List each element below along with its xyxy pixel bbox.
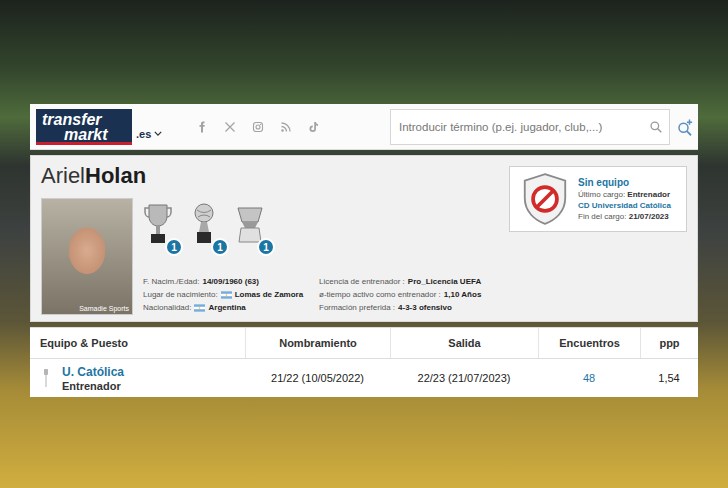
fact-row: ø-tiempo activo como entrenador :1,10 Añ… bbox=[319, 290, 481, 300]
career-table: Equipo & PuestoNombramientoSalidaEncuent… bbox=[30, 327, 698, 397]
coach-name: ArielHolan bbox=[41, 164, 499, 188]
column-header[interactable]: Encuentros bbox=[538, 328, 640, 358]
status-title: Sin equipo bbox=[578, 177, 671, 188]
logo-text-bottom: markt bbox=[42, 127, 126, 142]
team-link[interactable]: U. Católica bbox=[62, 365, 124, 379]
search-field[interactable]: Introducir término (p.ej. jugador, club,… bbox=[390, 109, 670, 145]
club-crest-icon bbox=[42, 369, 50, 387]
trophy-count-badge: 1 bbox=[165, 238, 183, 256]
fact-row: Lugar de nacimiento: Lomas de Zamora bbox=[143, 290, 311, 300]
fact-label: Nacionalidad: bbox=[143, 303, 191, 313]
search-icon[interactable] bbox=[649, 120, 663, 134]
social-links bbox=[196, 121, 320, 133]
trophy-list: 111 bbox=[143, 198, 499, 274]
first-name: Ariel bbox=[41, 163, 85, 188]
fact-label: Licencia de entrenador : bbox=[319, 277, 405, 287]
column-header[interactable]: ppp bbox=[640, 328, 698, 358]
fact-value: Argentina bbox=[208, 303, 245, 313]
profile-panel: ArielHolanSamadie Sports111F. Nacim./Eda… bbox=[30, 155, 698, 322]
fact-value: 4-3-3 ofensivo bbox=[398, 303, 452, 313]
fact-value: 14/09/1960 (63) bbox=[202, 277, 259, 287]
team-info: U. CatólicaEntrenador bbox=[62, 365, 124, 392]
argentina-flag-icon bbox=[194, 304, 205, 312]
fact-value: Pro_Licencia UEFA bbox=[408, 277, 481, 287]
search-placeholder: Introducir término (p.ej. jugador, club,… bbox=[399, 121, 645, 133]
site-header: transfermarkt .es Introducir término (p.ej… bbox=[30, 104, 698, 150]
facts-column: F. Nacim./Edad:14/09/1960 (63) Lugar de n… bbox=[143, 277, 311, 313]
fact-label: ø-tiempo activo como entrenador : bbox=[319, 290, 441, 300]
last-name: Holan bbox=[85, 163, 146, 188]
profile-card: transfermarkt .es Introducir término (p.ej… bbox=[30, 104, 698, 397]
transfermarkt-logo[interactable]: transfermarkt bbox=[36, 109, 132, 145]
facebook-icon[interactable] bbox=[196, 121, 208, 133]
fact-row: Formación preferida :4-3-3 ofensivo bbox=[319, 303, 481, 313]
domain-label: .es bbox=[136, 128, 151, 140]
rss-icon[interactable] bbox=[280, 121, 292, 133]
last-role: Último cargo: Entrenador bbox=[578, 190, 671, 199]
column-header[interactable]: Salida bbox=[390, 328, 538, 358]
fact-row: Nacionalidad: Argentina bbox=[143, 303, 311, 313]
status-text: Sin equipo Último cargo: Entrenador CD Uni… bbox=[578, 177, 671, 221]
facts-column: Licencia de entrenador :Pro_Licencia UEF… bbox=[319, 277, 481, 313]
fact-row: F. Nacim./Edad:14/09/1960 (63) bbox=[143, 277, 311, 287]
chevron-down-icon bbox=[154, 131, 162, 136]
fact-row: Licencia de entrenador :Pro_Licencia UEF… bbox=[319, 277, 481, 287]
column-header[interactable]: Equipo & Puesto bbox=[30, 328, 245, 358]
fact-label: F. Nacim./Edad: bbox=[143, 277, 199, 287]
logo-text-top: transfer bbox=[42, 112, 126, 127]
trophy[interactable]: 1 bbox=[189, 202, 223, 250]
matches-cell[interactable]: 48 bbox=[538, 359, 640, 397]
last-club-link[interactable]: CD Universidad Católica bbox=[578, 201, 671, 210]
instagram-icon[interactable] bbox=[252, 121, 264, 133]
column-header[interactable]: Nombramiento bbox=[245, 328, 390, 358]
no-club-shield-icon bbox=[522, 172, 568, 226]
trophy[interactable]: 1 bbox=[143, 202, 177, 250]
domain-selector[interactable]: .es bbox=[136, 128, 162, 140]
coach-facts: F. Nacim./Edad:14/09/1960 (63) Lugar de n… bbox=[143, 277, 687, 315]
role-end: Fin del cargo: 21/07/2023 bbox=[578, 212, 671, 221]
advanced-search-icon[interactable] bbox=[676, 118, 694, 136]
table-header: Equipo & PuestoNombramientoSalidaEncuent… bbox=[30, 327, 698, 359]
team-role: Entrenador bbox=[62, 380, 124, 392]
fact-label: Formación preferida : bbox=[319, 303, 395, 313]
team-cell: U. CatólicaEntrenador bbox=[30, 359, 245, 397]
tiktok-icon[interactable] bbox=[308, 121, 320, 133]
appointed-cell: 21/22 (10/05/2022) bbox=[245, 359, 390, 397]
trophy-count-badge: 1 bbox=[211, 238, 229, 256]
trophy[interactable]: 1 bbox=[235, 202, 269, 250]
argentina-flag-icon bbox=[221, 291, 232, 299]
fact-label: Lugar de nacimiento: bbox=[143, 290, 218, 300]
ppp-cell: 1,54 bbox=[640, 359, 698, 397]
trophy-count-badge: 1 bbox=[257, 238, 275, 256]
fact-value: 1,10 Años bbox=[444, 290, 482, 300]
fact-value: Lomas de Zamora bbox=[235, 290, 303, 300]
x-icon[interactable] bbox=[224, 121, 236, 133]
table-row: U. CatólicaEntrenador 21/22 (10/05/2022)2… bbox=[30, 359, 698, 397]
stadium-photo-background: transfermarkt .es Introducir término (p.ej… bbox=[0, 0, 728, 488]
photo-credit: Samadie Sports bbox=[79, 305, 129, 312]
club-status-box: Sin equipo Último cargo: Entrenador CD Uni… bbox=[509, 166, 687, 232]
coach-photo[interactable]: Samadie Sports bbox=[41, 198, 133, 315]
left-cell: 22/23 (21/07/2023) bbox=[390, 359, 538, 397]
